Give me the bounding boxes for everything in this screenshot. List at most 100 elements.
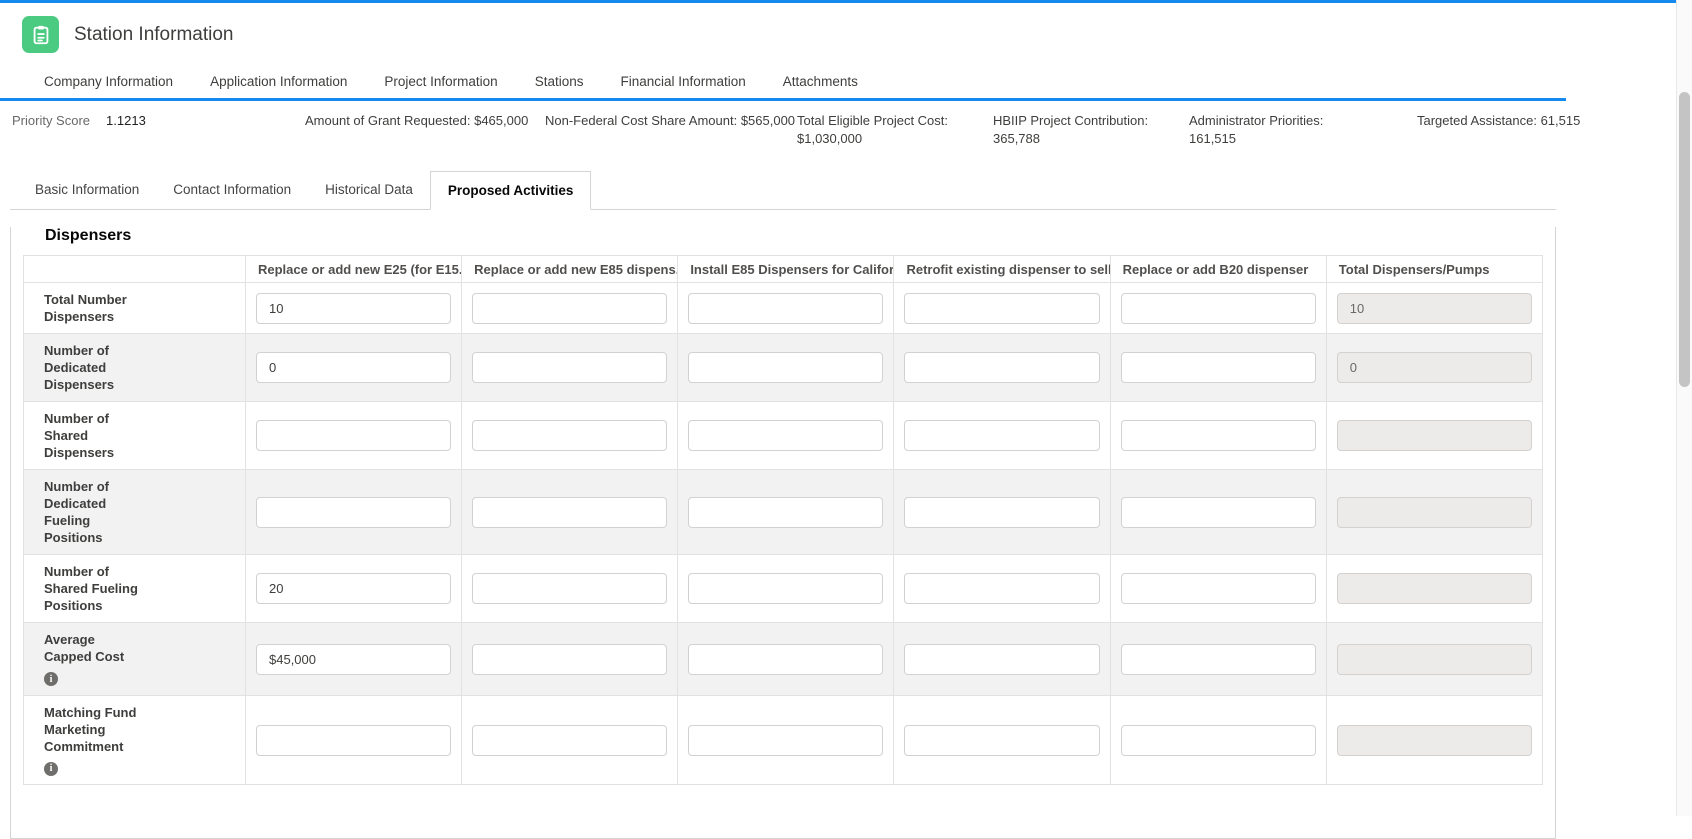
value-input[interactable] xyxy=(1121,293,1316,324)
value-input[interactable] xyxy=(256,497,451,528)
total-input xyxy=(1337,725,1532,756)
value-input[interactable] xyxy=(688,725,883,756)
table-body: Total Number Dispensers Number of Dedicat… xyxy=(24,283,1543,785)
table-row: Average Capped Cost i xyxy=(24,623,1543,696)
column-header: Install E85 Dispensers for Califor... xyxy=(678,256,894,283)
total-input xyxy=(1337,420,1532,451)
value-input[interactable] xyxy=(1121,644,1316,675)
value-input[interactable] xyxy=(688,352,883,383)
info-icon[interactable]: i xyxy=(44,672,58,686)
value-input[interactable] xyxy=(1121,352,1316,383)
priority-score: Priority Score 1.1213 xyxy=(12,112,305,130)
summary-metric: Amount of Grant Requested: $465,000 xyxy=(305,112,545,148)
subtab-proposed-activities[interactable]: Proposed Activities xyxy=(430,171,592,210)
value-input[interactable] xyxy=(1121,420,1316,451)
summary-metric: Targeted Assistance: 61,515 xyxy=(1417,112,1580,148)
nav-tab-application-information[interactable]: Application Information xyxy=(210,74,347,89)
value-input[interactable] xyxy=(256,573,451,604)
value-input[interactable] xyxy=(1121,573,1316,604)
clipboard-icon xyxy=(22,16,59,53)
nav-tab-stations[interactable]: Stations xyxy=(535,74,584,89)
value-input[interactable] xyxy=(472,725,667,756)
nav-tabs: Company Information Application Informati… xyxy=(0,65,1566,98)
value-input[interactable] xyxy=(688,293,883,324)
value-input[interactable] xyxy=(256,644,451,675)
summary-bar: Priority Score 1.1213 Amount of Grant Re… xyxy=(0,101,1566,157)
value-input[interactable] xyxy=(904,293,1099,324)
table-header-row: Replace or add new E25 (for E15...Replac… xyxy=(24,256,1543,283)
value-input[interactable] xyxy=(256,352,451,383)
value-input[interactable] xyxy=(256,293,451,324)
column-header: Total Dispensers/Pumps xyxy=(1326,256,1542,283)
value-input[interactable] xyxy=(688,644,883,675)
subtabs: Basic InformationContact InformationHist… xyxy=(10,171,1556,210)
page: Station Information Company Information A… xyxy=(0,0,1566,839)
row-label: Number of Shared Dispensers xyxy=(44,410,138,461)
value-input[interactable] xyxy=(904,497,1099,528)
summary-metric: Total Eligible Project Cost:$1,030,000 xyxy=(797,112,993,148)
row-label: Average Capped Cost xyxy=(44,631,138,665)
column-header: Replace or add new E85 dispens... xyxy=(462,256,678,283)
summary-metric: HBIIP Project Contribution:365,788 xyxy=(993,112,1189,148)
table-row: Number of Shared Dispensers xyxy=(24,402,1543,470)
value-input[interactable] xyxy=(472,293,667,324)
total-input xyxy=(1337,497,1532,528)
value-input[interactable] xyxy=(472,573,667,604)
nav-tab-project-information[interactable]: Project Information xyxy=(384,74,497,89)
value-input[interactable] xyxy=(1121,497,1316,528)
subtab-basic-information[interactable]: Basic Information xyxy=(18,171,156,209)
total-input xyxy=(1337,644,1532,675)
table-row: Total Number Dispensers xyxy=(24,283,1543,334)
app-header: Station Information xyxy=(0,3,1566,65)
nav-tab-company-information[interactable]: Company Information xyxy=(44,74,173,89)
subtab-contact-information[interactable]: Contact Information xyxy=(156,171,308,209)
total-input xyxy=(1337,293,1532,324)
nav-tab-financial-information[interactable]: Financial Information xyxy=(620,74,745,89)
row-label: Matching Fund Marketing Commitment xyxy=(44,704,138,755)
value-input[interactable] xyxy=(904,644,1099,675)
summary-metric: Non-Federal Cost Share Amount: $565,000 xyxy=(545,112,797,148)
column-header: Replace or add B20 dispenser xyxy=(1110,256,1326,283)
value-input[interactable] xyxy=(904,352,1099,383)
table-row: Matching Fund Marketing Commitment i xyxy=(24,695,1543,785)
value-input[interactable] xyxy=(688,420,883,451)
value-input[interactable] xyxy=(472,420,667,451)
value-input[interactable] xyxy=(256,420,451,451)
table-row: Number of Dedicated Dispensers xyxy=(24,334,1543,402)
vertical-scrollbar[interactable] xyxy=(1676,0,1692,816)
priority-score-value: 1.1213 xyxy=(106,112,146,130)
page-title: Station Information xyxy=(74,24,233,46)
value-input[interactable] xyxy=(904,725,1099,756)
value-input[interactable] xyxy=(472,497,667,528)
value-input[interactable] xyxy=(904,420,1099,451)
dispensers-table: Replace or add new E25 (for E15...Replac… xyxy=(23,255,1543,785)
table-row: Number of Dedicated Fueling Positions xyxy=(24,470,1543,555)
row-label: Number of Dedicated Dispensers xyxy=(44,342,138,393)
section-title: Dispensers xyxy=(45,227,1555,245)
value-input[interactable] xyxy=(472,644,667,675)
value-input[interactable] xyxy=(688,497,883,528)
summary-metrics: Amount of Grant Requested: $465,000Non-F… xyxy=(305,112,1580,148)
total-input xyxy=(1337,352,1532,383)
subtab-historical-data[interactable]: Historical Data xyxy=(308,171,430,209)
table-row: Number of Shared Fueling Positions xyxy=(24,555,1543,623)
value-input[interactable] xyxy=(904,573,1099,604)
info-icon[interactable]: i xyxy=(44,762,58,776)
column-header: Retrofit existing dispenser to sell... xyxy=(894,256,1110,283)
top-accent-bar xyxy=(0,0,1692,3)
proposed-activities-panel: Dispensers Replace or add new E25 (for E… xyxy=(10,227,1556,839)
summary-metric: Administrator Priorities:161,515 xyxy=(1189,112,1417,148)
panel-wrap: Basic InformationContact InformationHist… xyxy=(10,171,1556,839)
row-label: Number of Shared Fueling Positions xyxy=(44,563,138,614)
column-header xyxy=(24,256,246,283)
scrollbar-thumb[interactable] xyxy=(1679,92,1690,387)
value-input[interactable] xyxy=(1121,725,1316,756)
value-input[interactable] xyxy=(256,725,451,756)
value-input[interactable] xyxy=(688,573,883,604)
row-label: Number of Dedicated Fueling Positions xyxy=(44,478,138,546)
total-input xyxy=(1337,573,1532,604)
priority-score-label: Priority Score xyxy=(12,112,90,130)
nav-tab-attachments[interactable]: Attachments xyxy=(783,74,858,89)
row-label: Total Number Dispensers xyxy=(44,291,138,325)
value-input[interactable] xyxy=(472,352,667,383)
